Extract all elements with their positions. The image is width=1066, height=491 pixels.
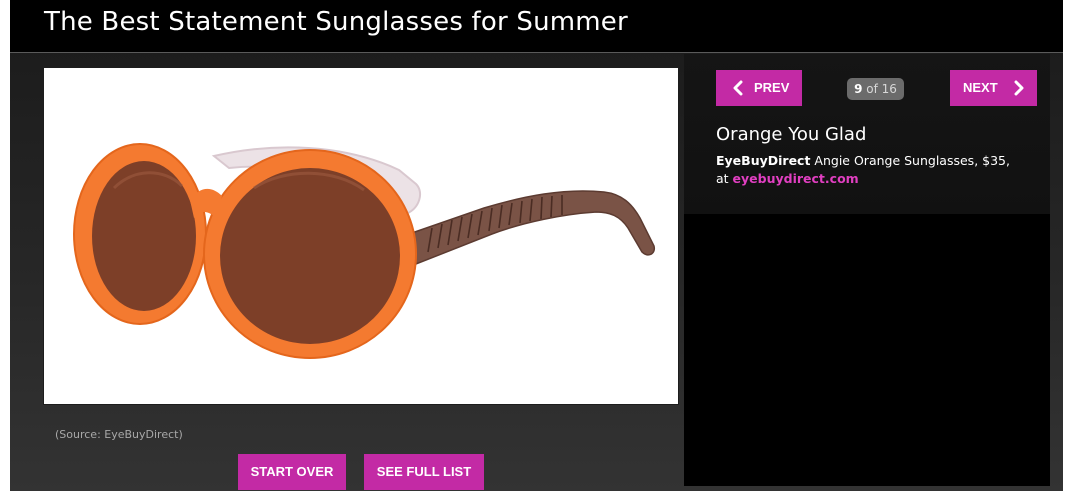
next-button[interactable]: NEXT xyxy=(950,70,1037,106)
prev-label: PREV xyxy=(754,80,790,95)
slide-counter: 9 of 16 xyxy=(847,78,904,100)
next-label: NEXT xyxy=(963,80,998,95)
chevron-right-icon xyxy=(1014,80,1024,96)
current-slide: 9 xyxy=(854,82,863,96)
item-detail: Angie Orange Sunglasses, $35, xyxy=(814,153,1010,168)
slide-total: of 16 xyxy=(866,82,897,96)
see-full-list-button[interactable]: SEE FULL LIST xyxy=(364,454,484,490)
image-source: (Source: EyeBuyDirect) xyxy=(55,428,183,441)
right-lens xyxy=(220,168,400,344)
start-over-button[interactable]: START OVER xyxy=(238,454,346,490)
page-title: The Best Statement Sunglasses for Summer xyxy=(44,7,628,37)
item-at: at xyxy=(716,171,729,186)
slide-image xyxy=(43,67,679,405)
prev-button[interactable]: PREV xyxy=(716,70,802,106)
title-bar: The Best Statement Sunglasses for Summer xyxy=(10,0,1063,53)
item-title: Orange You Glad xyxy=(716,124,867,145)
item-brand: EyeBuyDirect xyxy=(716,153,811,168)
ad-panel xyxy=(684,214,1050,486)
retailer-link[interactable]: eyebuydirect.com xyxy=(733,171,859,186)
item-description: EyeBuyDirect Angie Orange Sunglasses, $3… xyxy=(716,152,1046,188)
chevron-left-icon xyxy=(733,80,743,96)
sunglasses-image xyxy=(73,143,656,359)
